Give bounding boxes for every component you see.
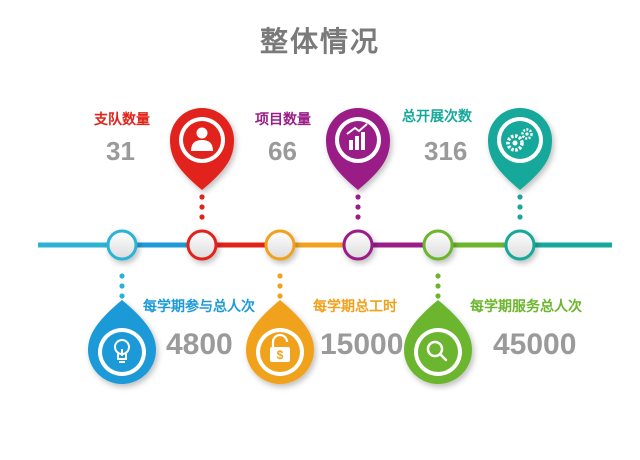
marker-red	[170, 108, 234, 190]
timeline-node	[342, 229, 374, 261]
top-stat-value-projects: 66	[268, 136, 297, 166]
marker-purple	[326, 108, 390, 190]
connector-dots-blue	[119, 273, 125, 299]
marker-green	[404, 300, 472, 384]
bottom-stat-label-served: 每学期服务总人次	[470, 299, 582, 315]
bottom-stat-label-hours: 每学期总工时	[313, 299, 397, 315]
top-stat-label-teams: 支队数量	[94, 112, 150, 128]
connector-dots-orange	[277, 273, 283, 299]
timeline-node	[422, 229, 454, 261]
bottom-stat-value-hours: 15000	[320, 328, 404, 361]
connector-dots-teal	[517, 194, 523, 220]
marker-orange: $	[246, 300, 314, 384]
connector-dots-red	[199, 194, 205, 220]
bottom-stat-value-served: 45000	[493, 328, 577, 361]
marker-teal	[488, 108, 552, 190]
timeline-node	[186, 229, 218, 261]
top-stat-label-sessions: 总开展次数	[402, 109, 472, 125]
top-stat-value-sessions: 316	[424, 136, 468, 166]
connector-dots-green	[435, 273, 441, 299]
top-stat-label-projects: 项目数量	[255, 112, 311, 128]
timeline-node	[504, 229, 536, 261]
timeline-diagram: $	[38, 108, 612, 384]
svg-text:$: $	[277, 348, 284, 362]
bottom-stat-value-participants: 4800	[166, 328, 233, 361]
connector-dots-purple	[355, 194, 361, 220]
top-stat-value-teams: 31	[106, 136, 135, 166]
timeline-node	[264, 229, 296, 261]
bottom-stat-label-participants: 每学期参与总人次	[143, 299, 255, 315]
timeline-node	[106, 229, 138, 261]
